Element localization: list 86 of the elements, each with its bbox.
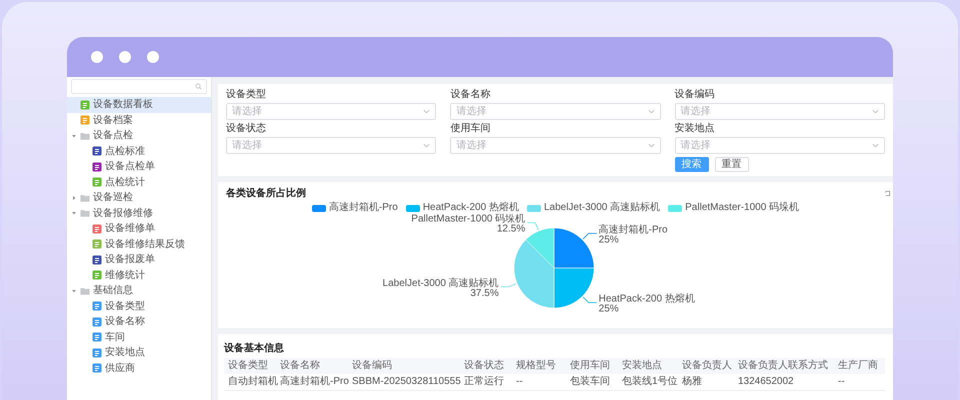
restore-icon[interactable]: [884, 190, 891, 196]
caret-icon[interactable]: [71, 288, 77, 294]
column-header: 设备编码: [351, 358, 393, 373]
folder-icon: [80, 192, 90, 203]
percent-label: 37.5%: [470, 288, 499, 299]
legend-label[interactable]: LabelJet-3000 高速贴标机: [544, 202, 660, 214]
tree-item[interactable]: 设备报废单: [67, 252, 211, 268]
column-header: 设备负责人: [681, 358, 733, 373]
tree-item[interactable]: 点检统计: [67, 174, 211, 190]
chevron-down-icon: [423, 143, 430, 148]
tree-item[interactable]: 设备数据看板: [67, 97, 211, 112]
window-dot: [119, 51, 131, 63]
tree-item[interactable]: 设备点检: [67, 128, 211, 144]
leader-line: [526, 222, 539, 231]
tree-item[interactable]: 设备巡检: [67, 190, 211, 206]
caret-icon[interactable]: [71, 132, 77, 139]
tree-item[interactable]: 设备维修单: [67, 221, 211, 236]
slice-label: HeatPack-200 热熔机: [598, 294, 695, 305]
percent-label: 12.5%: [496, 224, 526, 235]
chevron-down-icon: [872, 109, 879, 114]
tree-item[interactable]: 车间: [67, 330, 211, 345]
tree-item[interactable]: 供应商: [67, 360, 211, 376]
search-field[interactable]: [71, 79, 207, 94]
table-cell-text: 杨雅: [681, 374, 703, 389]
tree-item[interactable]: 设备报修维修: [67, 206, 211, 221]
column-header: 使用车间: [569, 358, 611, 373]
table-title: 设备基本信息: [224, 342, 284, 355]
slice-label: 高速封箱机-Pro: [598, 224, 668, 236]
chevron-down-icon: [648, 109, 655, 114]
column-header: 生产厂商: [837, 358, 879, 373]
chevron-down-icon: [648, 143, 655, 148]
table-cell-text: 正常运行: [463, 374, 505, 389]
tree-item[interactable]: 设备档案: [67, 112, 211, 128]
column-header: 设备名称: [279, 359, 321, 373]
slice-label: LabelJet-3000 高速贴标机: [382, 278, 499, 289]
column-header: 规格型号: [515, 358, 557, 373]
percent-label: 25%: [598, 304, 619, 315]
table-cell-text: 自动封箱机: [227, 374, 276, 389]
table-cell-text: 1324652002: [737, 375, 795, 389]
tree-item[interactable]: 维修统计: [67, 268, 211, 283]
field-label: 设备名称: [450, 89, 490, 101]
window-dot: [91, 51, 103, 63]
tree-item[interactable]: 设备点检单: [67, 159, 211, 174]
column-header: 设备状态: [463, 358, 505, 373]
legend-swatch: [526, 204, 541, 212]
search-icon: [195, 83, 202, 90]
caret-icon[interactable]: [71, 210, 77, 216]
legend-label[interactable]: HeatPack-200 热熔机: [422, 202, 519, 214]
folder-icon: [80, 130, 90, 141]
chart-title: 各类设备所占比例: [226, 186, 306, 200]
tree-item[interactable]: 设备名称: [67, 314, 211, 330]
field-label: 设备编码: [674, 89, 715, 101]
tree-item[interactable]: 设备维修结果反馈: [67, 236, 211, 252]
leader-line: [582, 232, 598, 240]
caret-icon[interactable]: [71, 194, 77, 201]
folder-icon: [80, 286, 90, 296]
reset-button[interactable]: 重置: [714, 157, 749, 172]
column-header: 安装地点: [621, 358, 663, 373]
leader-line: [582, 296, 598, 304]
tree-item[interactable]: 设备类型: [67, 298, 211, 314]
legend-swatch: [312, 204, 326, 212]
table-cell-text: 包装线1号位: [621, 374, 678, 389]
column-header: 设备类型: [227, 358, 269, 373]
chevron-down-icon: [872, 143, 879, 148]
tree-item[interactable]: 基础信息: [67, 283, 211, 298]
legend-label[interactable]: 高速封箱机-Pro: [328, 202, 398, 214]
leader-line: [500, 283, 517, 288]
folder-icon: [80, 208, 90, 218]
field-label: 设备状态: [226, 123, 266, 135]
column-header: 设备负责人联系方式: [737, 358, 829, 373]
table-cell-text: --: [837, 375, 846, 389]
table-cell-text: 高速封箱机-Pro: [279, 374, 348, 389]
legend-swatch: [668, 204, 682, 212]
legend-swatch: [406, 204, 420, 212]
percent-label: 25%: [598, 234, 619, 246]
tree-item[interactable]: 安装地点: [67, 345, 211, 360]
table-cell-text: --: [515, 375, 524, 389]
window-dot: [147, 51, 159, 63]
table-cell-text: 包装车间: [569, 374, 611, 389]
legend-label[interactable]: PalletMaster-1000 码垛机: [685, 202, 800, 214]
chevron-down-icon: [423, 109, 430, 114]
field-label: 安装地点: [674, 123, 715, 135]
field-label: 设备类型: [226, 89, 266, 101]
table-cell-text: SBBM-20250328110555: [351, 375, 460, 389]
tree-item[interactable]: 点检标准: [67, 144, 211, 159]
field-label: 使用车间: [450, 123, 490, 135]
